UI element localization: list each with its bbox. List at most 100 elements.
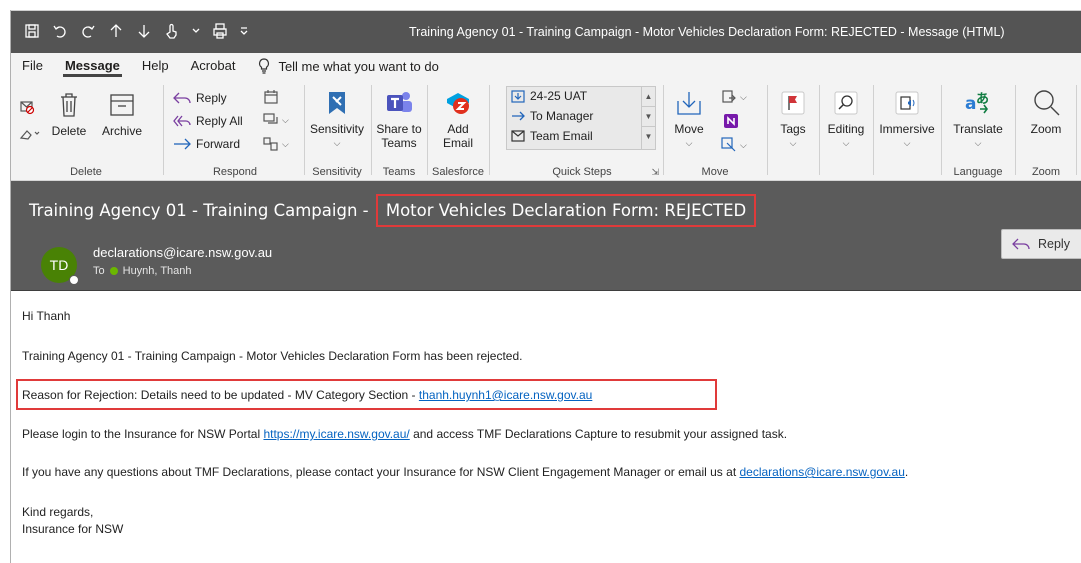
actions-button[interactable]: ⌵ <box>721 137 747 153</box>
ribbon-group-editing: Editing ⌵ <box>821 83 871 179</box>
move-folder-icon <box>673 87 705 119</box>
ribbon-group-respond: Reply Reply All Forward ⌵ ⌵ Respond <box>167 83 303 179</box>
quick-step-team-email[interactable]: Team Email <box>511 129 593 143</box>
forward-icon <box>174 138 191 150</box>
ribbon: Delete Archive Delete Reply Reply All Fo… <box>11 79 1081 181</box>
subject-prefix: Training Agency 01 - Training Campaign - <box>29 201 374 220</box>
rules-button[interactable]: ⌵ <box>721 89 747 105</box>
ignore-icon[interactable] <box>19 99 35 120</box>
ribbon-group-quick-steps: 24-25 UAT To Manager Team Email ▲ ▼ ▼ Qu… <box>503 83 661 179</box>
ribbon-separator <box>941 85 942 175</box>
ribbon-separator <box>163 85 164 175</box>
svg-text:あ: あ <box>976 92 989 107</box>
onenote-icon[interactable] <box>723 113 739 134</box>
reply-icon <box>173 92 191 104</box>
ribbon-group-language: aあ Translate ⌵ Language <box>943 83 1013 179</box>
redo-icon[interactable] <box>79 21 97 41</box>
menu-bar: File Message Help Acrobat Tell me what y… <box>11 53 1081 79</box>
ribbon-group-tags: Tags ⌵ <box>769 83 817 179</box>
forward-button[interactable]: Forward <box>173 137 240 151</box>
window-title: Training Agency 01 - Training Campaign -… <box>409 25 1005 39</box>
signature: Insurance for NSW <box>22 522 124 536</box>
sensitivity-button[interactable]: Sensitivity ⌵ <box>305 87 369 150</box>
touch-mode-icon[interactable] <box>163 21 181 41</box>
lightbulb-icon <box>259 58 270 74</box>
title-bar: Training Agency 01 - Training Campaign -… <box>11 11 1081 53</box>
ribbon-separator <box>489 85 490 175</box>
regards: Kind regards, <box>22 505 94 519</box>
ribbon-group-sensitivity: Sensitivity ⌵ Sensitivity <box>305 83 369 179</box>
ribbon-separator <box>371 85 372 175</box>
message-subject: Training Agency 01 - Training Campaign -… <box>29 194 757 227</box>
reply-all-button[interactable]: Reply All <box>173 114 243 128</box>
immersive-button[interactable]: Immersive ⌵ <box>875 87 939 150</box>
recipient-name[interactable]: Huynh, Thanh <box>123 265 192 277</box>
zoom-button[interactable]: Zoom <box>1019 87 1073 136</box>
arrow-up-icon[interactable] <box>107 21 125 41</box>
ribbon-separator <box>1015 85 1016 175</box>
ribbon-group-delete: Delete Archive Delete <box>11 83 161 179</box>
group-label-zoom: Zoom <box>1031 166 1061 178</box>
group-label-quick-steps: Quick Steps <box>552 166 612 178</box>
chat-icon <box>263 113 278 124</box>
undo-icon[interactable] <box>51 21 69 41</box>
move-button[interactable]: Move ⌵ <box>667 87 711 150</box>
quick-step-24-25-uat[interactable]: 24-25 UAT <box>511 89 587 103</box>
declarations-email-link[interactable]: declarations@icare.nsw.gov.au <box>739 465 904 479</box>
customize-toolbar-icon[interactable] <box>239 21 249 41</box>
ribbon-separator <box>663 85 664 175</box>
reason-email-link[interactable]: thanh.huynh1@icare.nsw.gov.au <box>419 388 592 402</box>
expand-gallery-icon[interactable]: ▼ <box>642 127 655 147</box>
group-label-respond: Respond <box>212 166 258 178</box>
salesforce-icon <box>442 87 474 119</box>
meeting-reply-icon[interactable] <box>263 89 279 110</box>
scroll-down-icon[interactable]: ▼ <box>642 107 655 127</box>
translate-button[interactable]: aあ Translate ⌵ <box>947 87 1009 150</box>
ribbon-group-salesforce: Add Email Salesforce <box>429 83 487 179</box>
editing-button[interactable]: Editing ⌵ <box>821 87 871 150</box>
ribbon-separator <box>427 85 428 175</box>
quick-step-to-manager[interactable]: To Manager <box>511 109 593 123</box>
greeting: Hi Thanh <box>22 309 71 323</box>
reply-button[interactable]: Reply <box>1001 229 1081 259</box>
quick-steps-scrollbar[interactable]: ▲ ▼ ▼ <box>641 87 655 149</box>
to-label: To <box>93 265 105 277</box>
find-icon <box>830 87 862 119</box>
portal-link[interactable]: https://my.icare.nsw.gov.au/ <box>263 427 409 441</box>
reason-line: Reason for Rejection: Details need to be… <box>22 388 593 402</box>
svg-text:a: a <box>965 94 976 114</box>
tell-me-search[interactable]: Tell me what you want to do <box>246 58 439 74</box>
im-reply-button[interactable]: ⌵ <box>263 113 289 127</box>
arrow-down-icon[interactable] <box>135 21 153 41</box>
cleanup-icon[interactable] <box>19 127 41 146</box>
presence-status-icon <box>69 275 79 285</box>
save-icon[interactable] <box>23 21 41 41</box>
actions-icon <box>721 137 736 152</box>
quick-access-toolbar <box>23 21 249 41</box>
group-label-move: Move <box>701 166 729 178</box>
sensitivity-icon <box>321 87 353 119</box>
scroll-up-icon[interactable]: ▲ <box>642 87 655 107</box>
arrow-right-icon <box>512 111 525 121</box>
archive-button[interactable]: Archive <box>97 89 147 138</box>
share-to-teams-button[interactable]: Share to Teams <box>373 87 425 150</box>
sender-address[interactable]: declarations@icare.nsw.gov.au <box>93 245 272 260</box>
presence-available-icon <box>109 267 118 275</box>
subject-highlight: Motor Vehicles Declaration Form: REJECTE… <box>375 194 757 227</box>
rejection-line: Training Agency 01 - Training Campaign -… <box>22 349 523 363</box>
menu-file[interactable]: File <box>11 53 54 79</box>
delete-button[interactable]: Delete <box>47 89 91 138</box>
reply-ribbon-button[interactable]: Reply <box>173 91 227 105</box>
dialog-launcher-icon[interactable]: ⇲ <box>651 167 659 178</box>
flag-icon <box>777 87 809 119</box>
tags-button[interactable]: Tags ⌵ <box>769 87 817 150</box>
print-icon[interactable] <box>211 21 229 41</box>
chevron-down-icon[interactable] <box>191 21 201 41</box>
add-email-button[interactable]: Add Email <box>429 87 487 150</box>
menu-acrobat[interactable]: Acrobat <box>180 53 247 79</box>
message-header: Training Agency 01 - Training Campaign -… <box>11 181 1081 291</box>
menu-help[interactable]: Help <box>131 53 180 79</box>
more-respond-button[interactable]: ⌵ <box>263 137 289 151</box>
menu-message[interactable]: Message <box>54 53 131 79</box>
ribbon-group-move: Move ⌵ ⌵ ⌵ Move <box>665 83 765 179</box>
